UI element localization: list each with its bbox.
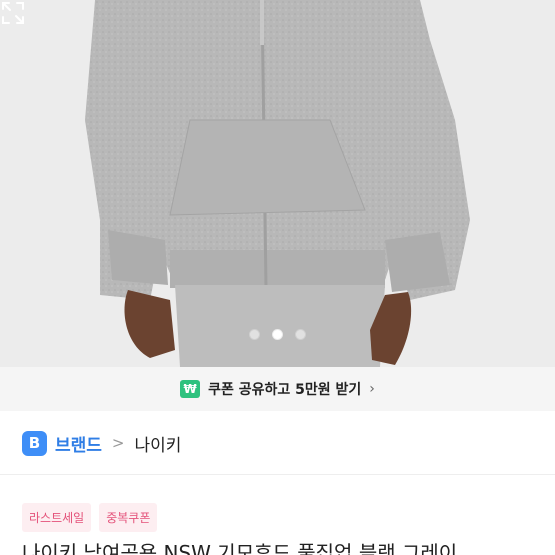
tag-duplicate-coupon: 중복쿠폰: [99, 503, 158, 532]
breadcrumb: B 브랜드 > 나이키: [22, 428, 181, 458]
won-icon: ₩: [180, 380, 201, 398]
carousel-indicator[interactable]: [0, 329, 555, 340]
product-title: 나이키 남여공용 NSW 기모후드 풀집업 블랙 그레이: [22, 541, 458, 555]
tag-list: 라스트세일 중복쿠폰: [22, 503, 158, 532]
carousel-dot-active[interactable]: [272, 329, 283, 340]
tag-last-sale: 라스트세일: [22, 503, 92, 532]
breadcrumb-separator: >: [111, 434, 125, 452]
breadcrumb-brand-link[interactable]: 브랜드: [55, 431, 102, 456]
breadcrumb-brand-name[interactable]: 나이키: [135, 431, 182, 456]
expand-icon[interactable]: [0, 0, 26, 26]
coupon-banner[interactable]: ₩ 쿠폰 공유하고 5만원 받기 ›: [0, 367, 555, 411]
chevron-right-icon: ›: [369, 381, 375, 397]
hoodie-photo: [0, 0, 555, 367]
carousel-dot[interactable]: [249, 329, 260, 340]
divider: [0, 474, 555, 475]
product-image[interactable]: [0, 0, 555, 367]
carousel-dot[interactable]: [295, 329, 306, 340]
coupon-text: 쿠폰 공유하고 5만원 받기: [208, 382, 362, 398]
brand-icon: B: [22, 430, 47, 456]
